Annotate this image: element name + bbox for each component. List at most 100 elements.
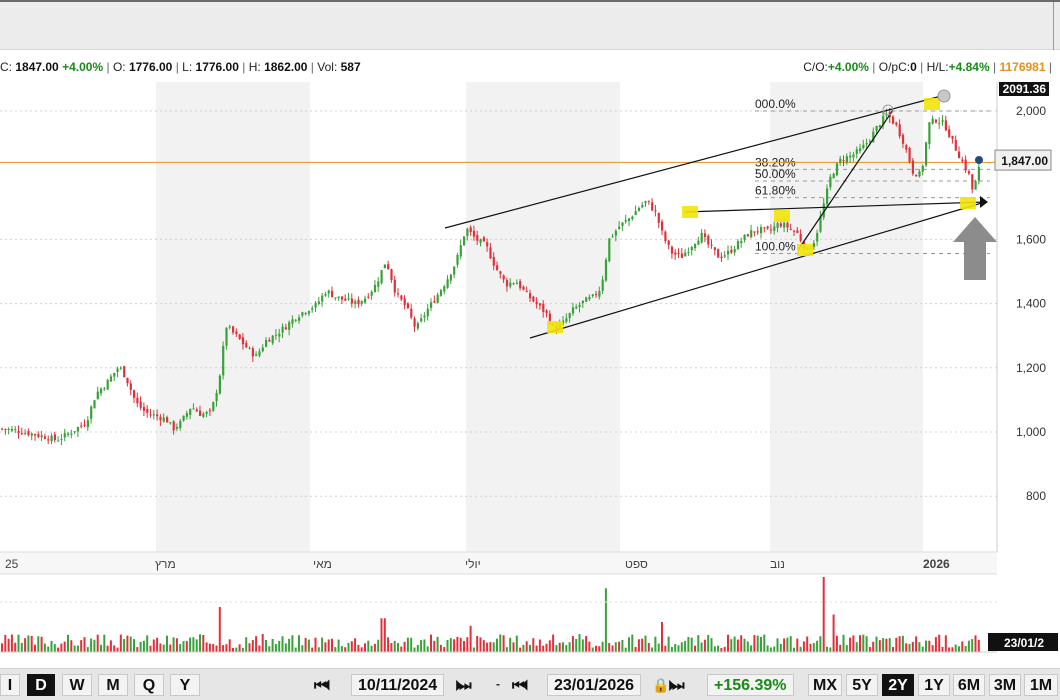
volume-bar [304, 637, 307, 652]
candle-body [116, 368, 119, 372]
candle-body [406, 303, 410, 309]
volume-bar [27, 635, 30, 652]
volume-bar [420, 640, 423, 652]
candle-body [637, 207, 641, 211]
candle-body [126, 377, 129, 384]
ohlc-readout: C: 1847.00 +4.00% | O: 1776.00 | L: 1776… [0, 60, 361, 74]
candle-body [628, 218, 631, 222]
candle-body [568, 313, 571, 319]
volume-bar [608, 643, 611, 652]
volume-bar [175, 638, 178, 652]
candle-body [403, 298, 406, 305]
volume-bar [208, 643, 211, 652]
interval-monthly-button[interactable]: M [98, 674, 128, 696]
candle-body [796, 230, 799, 233]
interval-weekly-button[interactable]: W [62, 674, 92, 696]
volume-bar [436, 636, 439, 652]
range-1y-button[interactable]: 1Y [918, 674, 950, 696]
candle-body [634, 211, 637, 216]
volume-bar [694, 645, 696, 652]
candle-body [661, 221, 664, 231]
candle-body [812, 243, 815, 247]
volume-bar [321, 637, 324, 652]
volume-bar [20, 642, 23, 652]
range-max-button[interactable]: MX [808, 674, 842, 696]
volume-bar [766, 645, 769, 652]
range-3m-button[interactable]: 3M [989, 674, 1021, 696]
candle-body [604, 259, 608, 281]
from-date-back-icon[interactable]: ⏮⏴ [314, 674, 331, 696]
interval-daily-button[interactable]: D [27, 674, 55, 696]
range-5y-button[interactable]: 5Y [846, 674, 878, 696]
volume-bar [232, 647, 234, 652]
highlight-marker-4 [774, 210, 790, 222]
candle-body [311, 308, 314, 310]
candle-body [476, 235, 479, 241]
candle-body [710, 244, 713, 246]
from-date-field[interactable]: 10/11/2024 [351, 674, 445, 696]
to-date-forward-icon[interactable]: ⏵⏭ [668, 674, 685, 696]
volume-bar [951, 647, 954, 652]
to-date-back-icon[interactable]: ⏮⏴ [512, 674, 529, 696]
range-6m-button[interactable]: 6M [953, 674, 985, 696]
fib-label-0: 000.0% [755, 97, 796, 111]
range-2y-button[interactable]: 2Y [882, 674, 914, 696]
volume-bar [496, 638, 498, 652]
volume-bar [977, 639, 980, 652]
to-date-field[interactable]: 23/01/2026 [547, 674, 642, 696]
volume-bar [885, 638, 888, 652]
volume-bar [53, 644, 56, 652]
volume-bar [476, 635, 479, 652]
candle-body [258, 351, 261, 356]
volume-bar [301, 645, 304, 652]
lock-icon[interactable]: 🔒 [652, 674, 670, 696]
month-band-2 [770, 82, 923, 552]
volume-bar [743, 638, 746, 652]
volume-bar [413, 647, 416, 652]
from-date-forward-icon[interactable]: ⏵⏭ [455, 674, 472, 696]
candle-body [390, 269, 393, 281]
candle-body [670, 246, 674, 254]
volume-bar [958, 646, 960, 652]
volume-bar [212, 643, 215, 652]
volume-bar [585, 636, 588, 652]
candle-body [453, 266, 456, 275]
candle-body [60, 438, 63, 440]
candle-body [307, 311, 311, 314]
candle-body [393, 279, 396, 293]
interval-yearly-button[interactable]: Y [170, 674, 200, 696]
volume-bar [10, 634, 13, 652]
candle-body [601, 279, 604, 291]
candle-body [433, 301, 436, 303]
candle-body [40, 435, 43, 438]
volume-bar [486, 642, 489, 652]
volume-bar [344, 647, 347, 652]
candle-body [849, 155, 852, 158]
interval-quarterly-button[interactable]: Q [134, 674, 164, 696]
candle-body [294, 319, 297, 321]
candle-body [27, 430, 30, 436]
x-tick-label-6: 2026 [923, 557, 950, 571]
candle-body [162, 417, 165, 422]
volume-bar [588, 641, 591, 652]
volume-bar [199, 634, 201, 652]
interval-intraday-button[interactable]: I [0, 674, 20, 696]
price-chart[interactable]: 000.0%38.20%50.00%61.80%100.0%8001,0001,… [0, 82, 1060, 668]
candle-body [571, 307, 575, 314]
candle-body [175, 426, 179, 429]
candle-body [588, 297, 591, 300]
candle-body [469, 227, 472, 232]
candle-body [489, 247, 492, 259]
volume-bar [423, 639, 426, 652]
range-1m-button[interactable]: 1M [1024, 674, 1058, 696]
candle-body [218, 375, 221, 394]
candle-body [284, 327, 287, 330]
opc-label: O/pC: [878, 60, 911, 74]
volume-bar [47, 646, 50, 652]
volume-bar [604, 588, 607, 652]
volume-bar [205, 642, 208, 652]
candle-body [750, 230, 753, 238]
volume-bar [189, 637, 192, 652]
candle-body [499, 271, 502, 274]
volume-bar [944, 635, 947, 652]
